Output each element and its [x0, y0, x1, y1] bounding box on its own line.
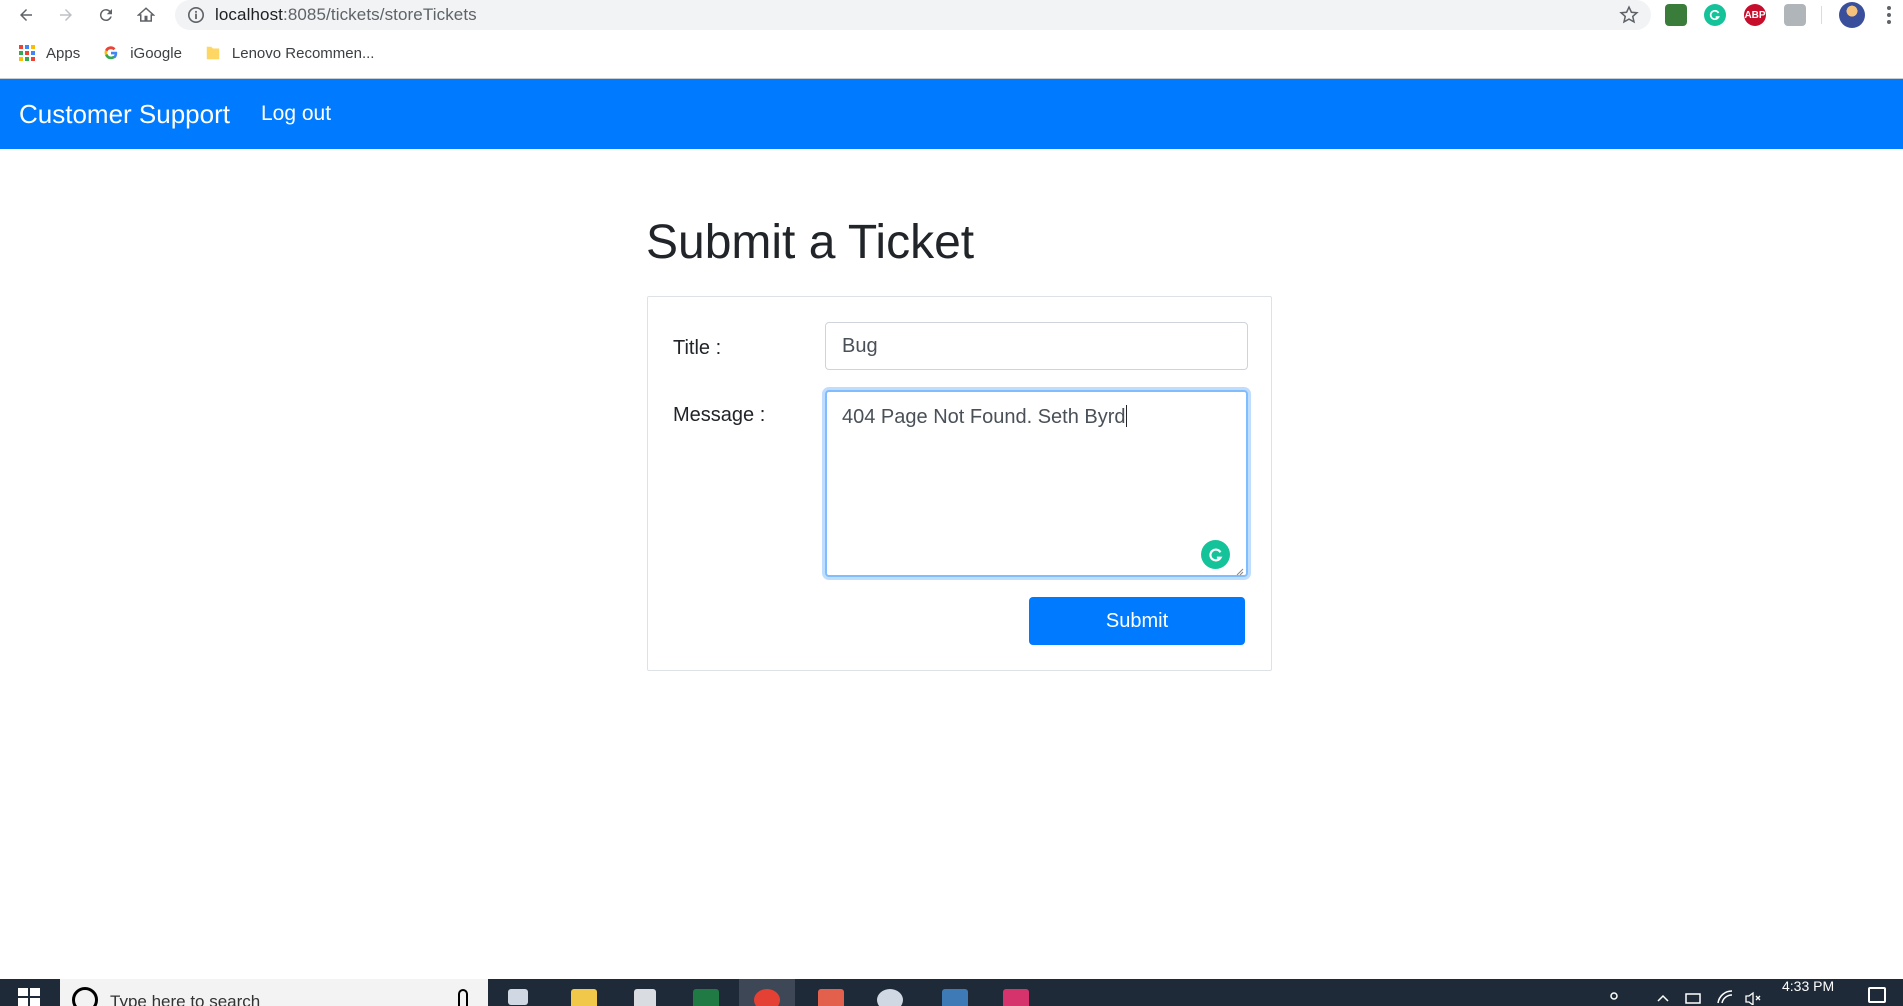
bookmark-apps[interactable]: Apps: [10, 39, 88, 67]
submit-button[interactable]: Submit: [1029, 597, 1245, 645]
resize-grip-icon[interactable]: [1234, 563, 1244, 576]
mysql-workbench-icon[interactable]: [927, 979, 983, 1006]
grammarly-icon[interactable]: [1201, 540, 1230, 569]
extension-green-icon[interactable]: [1665, 4, 1687, 26]
adblock-plus-icon[interactable]: ABP: [1744, 4, 1766, 26]
message-label: Message :: [673, 404, 766, 426]
wifi-icon[interactable]: [1716, 989, 1734, 1006]
bookmarks-bar: Apps iGoogle Lenovo Recommen...: [0, 38, 1903, 68]
back-icon[interactable]: [14, 3, 38, 27]
app-navbar: Customer Support Log out: [0, 79, 1903, 149]
chrome-menu-icon[interactable]: [1884, 4, 1894, 26]
adblock-label: ABP: [1744, 9, 1766, 21]
page-title: Submit a Ticket: [646, 216, 975, 269]
logout-link[interactable]: Log out: [261, 102, 331, 126]
windows-start-icon[interactable]: [18, 988, 40, 1006]
navbar-brand[interactable]: Customer Support: [19, 99, 230, 130]
action-center-icon[interactable]: [1868, 987, 1886, 1003]
chevron-up-icon[interactable]: [1656, 991, 1670, 1006]
intellij-idea-icon[interactable]: [988, 979, 1044, 1006]
url-path: :8085/tickets/storeTickets: [283, 5, 477, 24]
bookmark-label: Apps: [46, 44, 81, 62]
app-icon[interactable]: [617, 979, 673, 1006]
bookmark-label: Lenovo Recommen...: [231, 44, 375, 62]
volume-muted-icon[interactable]: [1744, 991, 1762, 1006]
folder-icon: [204, 44, 222, 62]
extension-gray-icon[interactable]: [1784, 4, 1806, 26]
forward-icon[interactable]: [54, 3, 78, 27]
info-icon[interactable]: [187, 6, 205, 24]
microphone-icon[interactable]: [458, 989, 468, 1006]
taskbar-clock[interactable]: 4:33 PM: [1782, 979, 1834, 994]
search-icon: [72, 987, 98, 1006]
bookmark-star-icon[interactable]: [1619, 5, 1639, 25]
paint-icon[interactable]: [803, 979, 859, 1006]
apps-grid-icon: [18, 44, 36, 62]
grammarly-extension-icon[interactable]: [1704, 4, 1726, 26]
excel-icon[interactable]: [678, 979, 734, 1006]
url-host: localhost: [215, 5, 283, 24]
message-textarea[interactable]: 404 Page Not Found. Seth Byrd: [825, 390, 1248, 577]
message-text: 404 Page Not Found. Seth Byrd: [842, 406, 1126, 428]
google-icon: [102, 44, 120, 62]
file-explorer-icon[interactable]: [556, 979, 612, 1006]
taskbar-search-placeholder: Type here to search: [110, 992, 261, 1006]
battery-icon[interactable]: [1685, 991, 1703, 1006]
ticket-form-card: Title : Bug Message : 404 Page Not Found…: [647, 296, 1272, 671]
address-bar[interactable]: localhost:8085/tickets/storeTickets: [175, 0, 1651, 30]
bookmark-label: iGoogle: [130, 44, 182, 62]
settings-gear-icon[interactable]: [862, 979, 918, 1006]
browser-toolbar: localhost:8085/tickets/storeTickets ABP: [0, 0, 1903, 30]
reload-icon[interactable]: [94, 3, 118, 27]
title-input[interactable]: Bug: [825, 322, 1248, 370]
bookmark-lenovo[interactable]: Lenovo Recommen...: [196, 39, 383, 67]
windows-taskbar: Type here to search 4:33 PM: [0, 979, 1903, 1006]
toolbar-divider: [1821, 6, 1822, 24]
title-label: Title :: [673, 337, 722, 359]
chrome-icon[interactable]: [739, 979, 795, 1006]
taskbar-search[interactable]: Type here to search: [60, 979, 488, 1006]
bookmark-igoogle[interactable]: iGoogle: [94, 39, 190, 67]
text-caret: [1125, 405, 1127, 427]
url-text: localhost:8085/tickets/storeTickets: [215, 5, 477, 25]
task-view-icon[interactable]: [490, 979, 546, 1006]
people-icon[interactable]: [1606, 991, 1622, 1006]
home-icon[interactable]: [134, 3, 158, 27]
profile-avatar[interactable]: [1839, 2, 1865, 28]
